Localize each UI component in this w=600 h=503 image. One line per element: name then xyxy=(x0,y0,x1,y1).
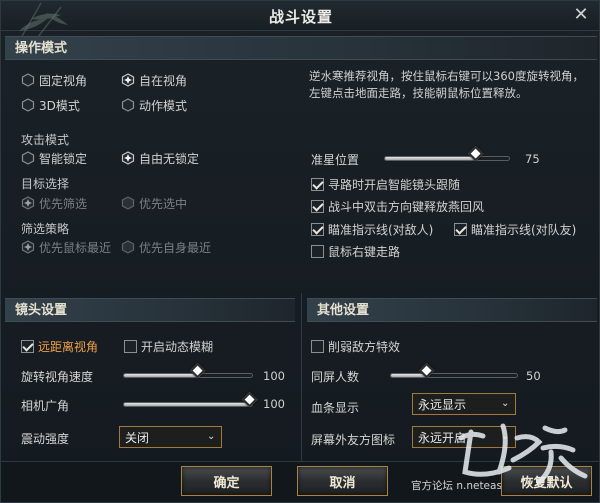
dropdown-value: 关闭 xyxy=(125,430,150,445)
hex-radio-icon xyxy=(21,151,35,165)
attack-mode-label: 攻击模式 xyxy=(21,133,70,147)
hex-radio-icon xyxy=(121,196,135,210)
hex-radio-icon xyxy=(21,98,35,112)
mode-3d[interactable]: 3D模式 xyxy=(21,96,80,114)
attack-free-no-lock[interactable]: 自由无锁定 xyxy=(121,149,199,167)
crosshair-slider[interactable] xyxy=(384,145,510,162)
fov-value: 100 xyxy=(263,397,285,411)
checkbox-icon xyxy=(124,339,137,353)
option-label: 智能锁定 xyxy=(39,151,88,166)
filter-self-nearest: 优先自身最近 xyxy=(121,238,211,256)
window-title: 战斗设置 xyxy=(268,8,333,26)
same-screen-value: 50 xyxy=(526,369,541,383)
option-label: 鼠标右键走路 xyxy=(328,244,401,259)
close-icon[interactable]: ✕ xyxy=(571,5,591,25)
view-mode-description: 逆水寒推荐视角，按住鼠标右键可以360度旋转视角，左键点击地面走路，技能朝鼠标位… xyxy=(309,69,584,100)
dropdown-value: 永远显示 xyxy=(418,397,467,412)
checkbox-icon xyxy=(311,244,324,258)
option-label: 优先鼠标最近 xyxy=(39,240,112,255)
dropdown-value: 永远开启 xyxy=(418,430,467,445)
chevron-down-icon: ⌄ xyxy=(207,431,216,442)
check-aim-line-ally[interactable]: 瞄准指示线(对队友) xyxy=(454,220,576,238)
crosshair-value: 75 xyxy=(525,152,540,166)
mode-fixed-view[interactable]: 固定视角 xyxy=(21,71,87,89)
rotate-speed-value: 100 xyxy=(263,369,285,383)
checkbox-icon xyxy=(311,177,324,191)
cancel-button[interactable]: 取消 xyxy=(297,466,388,496)
section-other: 其他设置 xyxy=(307,298,597,322)
shake-dropdown[interactable]: 关闭 ⌄ xyxy=(119,426,222,448)
slider-fill xyxy=(385,157,478,160)
checkbox-icon xyxy=(311,339,324,353)
checkbox-icon xyxy=(311,222,324,236)
option-label: 瞄准指示线(对队友) xyxy=(471,222,577,237)
section-camera: 镜头设置 xyxy=(5,298,295,322)
hex-radio-icon xyxy=(121,98,135,112)
health-bar-dropdown[interactable]: 永远显示 ⌄ xyxy=(412,393,516,415)
fov-slider[interactable] xyxy=(123,391,258,408)
chevron-down-icon: ⌄ xyxy=(501,398,510,409)
filter-strategy-label: 筛选策略 xyxy=(21,222,70,236)
check-double-tap-swallow[interactable]: 战斗中双击方向键释放燕回风 xyxy=(311,197,484,215)
slider-fill xyxy=(124,403,252,406)
same-screen-slider[interactable] xyxy=(390,362,518,379)
check-right-click-walk[interactable]: 鼠标右键走路 xyxy=(311,242,400,260)
checkbox-icon xyxy=(21,339,34,353)
check-aim-line-enemy[interactable]: 瞄准指示线(对敌人) xyxy=(311,220,433,238)
restore-default-button[interactable]: 恢复默认 xyxy=(501,466,592,496)
option-label: 优先筛选 xyxy=(39,196,88,211)
checkbox-icon xyxy=(311,199,324,213)
option-label: 优先自身最近 xyxy=(139,240,212,255)
hex-radio-selected-icon xyxy=(121,151,135,165)
target-priority-filter: 优先筛选 xyxy=(21,194,87,212)
title-bar: 战斗设置 ✕ xyxy=(1,1,599,60)
option-label: 远距离视角 xyxy=(38,339,99,354)
hex-radio-icon xyxy=(21,73,35,87)
filter-mouse-nearest: 优先鼠标最近 xyxy=(21,238,111,256)
option-label: 瞄准指示线(对敌人) xyxy=(328,222,434,237)
hex-radio-selected-icon xyxy=(21,196,35,210)
check-motion-blur[interactable]: 开启动态模糊 xyxy=(124,337,213,355)
checkbox-icon xyxy=(454,222,467,236)
option-label: 战斗中双击方向键释放燕回风 xyxy=(328,199,485,214)
column-divider xyxy=(301,293,302,461)
battle-settings-window: 战斗设置 ✕ 操作模式 固定视角 自在视角 3D模式 动作模式 逆水寒推荐视角，… xyxy=(0,0,600,503)
check-weaken-enemy-effects[interactable]: 削弱敌方特效 xyxy=(311,337,400,355)
chevron-down-icon: ⌄ xyxy=(501,431,510,442)
option-label: 3D模式 xyxy=(39,98,80,113)
option-label: 固定视角 xyxy=(39,73,88,88)
rotate-speed-label: 旋转视角速度 xyxy=(21,370,94,384)
health-bar-label: 血条显示 xyxy=(311,401,360,415)
attack-smart-lock[interactable]: 智能锁定 xyxy=(21,149,87,167)
option-label: 寻路时开启智能镜头跟随 xyxy=(328,177,461,192)
crosshair-position-label: 准星位置 xyxy=(311,153,360,167)
mode-action[interactable]: 动作模式 xyxy=(121,96,187,114)
offscreen-icon-label: 屏幕外友方图标 xyxy=(311,433,396,447)
offscreen-icon-dropdown[interactable]: 永远开启 ⌄ xyxy=(412,426,516,448)
shake-label: 震动强度 xyxy=(21,432,70,446)
hex-radio-icon xyxy=(121,240,135,254)
option-label: 优先选中 xyxy=(139,196,188,211)
check-far-view[interactable]: 远距离视角 xyxy=(21,337,98,355)
option-label: 自在视角 xyxy=(139,73,188,88)
check-smart-camera-follow[interactable]: 寻路时开启智能镜头跟随 xyxy=(311,175,460,193)
rotate-speed-slider[interactable] xyxy=(123,362,253,379)
confirm-button[interactable]: 确定 xyxy=(181,466,272,496)
option-label: 动作模式 xyxy=(139,98,188,113)
option-label: 自由无锁定 xyxy=(139,151,200,166)
section-operation-mode: 操作模式 xyxy=(5,36,597,60)
same-screen-label: 同屏人数 xyxy=(311,370,360,384)
hex-radio-selected-icon xyxy=(121,73,135,87)
target-priority-selected: 优先选中 xyxy=(121,194,187,212)
mode-free-view[interactable]: 自在视角 xyxy=(121,71,187,89)
fov-label: 相机广角 xyxy=(21,399,70,413)
target-select-label: 目标选择 xyxy=(21,177,70,191)
option-label: 开启动态模糊 xyxy=(141,339,214,354)
slider-fill xyxy=(124,374,200,377)
option-label: 削弱敌方特效 xyxy=(328,339,401,354)
hex-radio-selected-icon xyxy=(21,240,35,254)
